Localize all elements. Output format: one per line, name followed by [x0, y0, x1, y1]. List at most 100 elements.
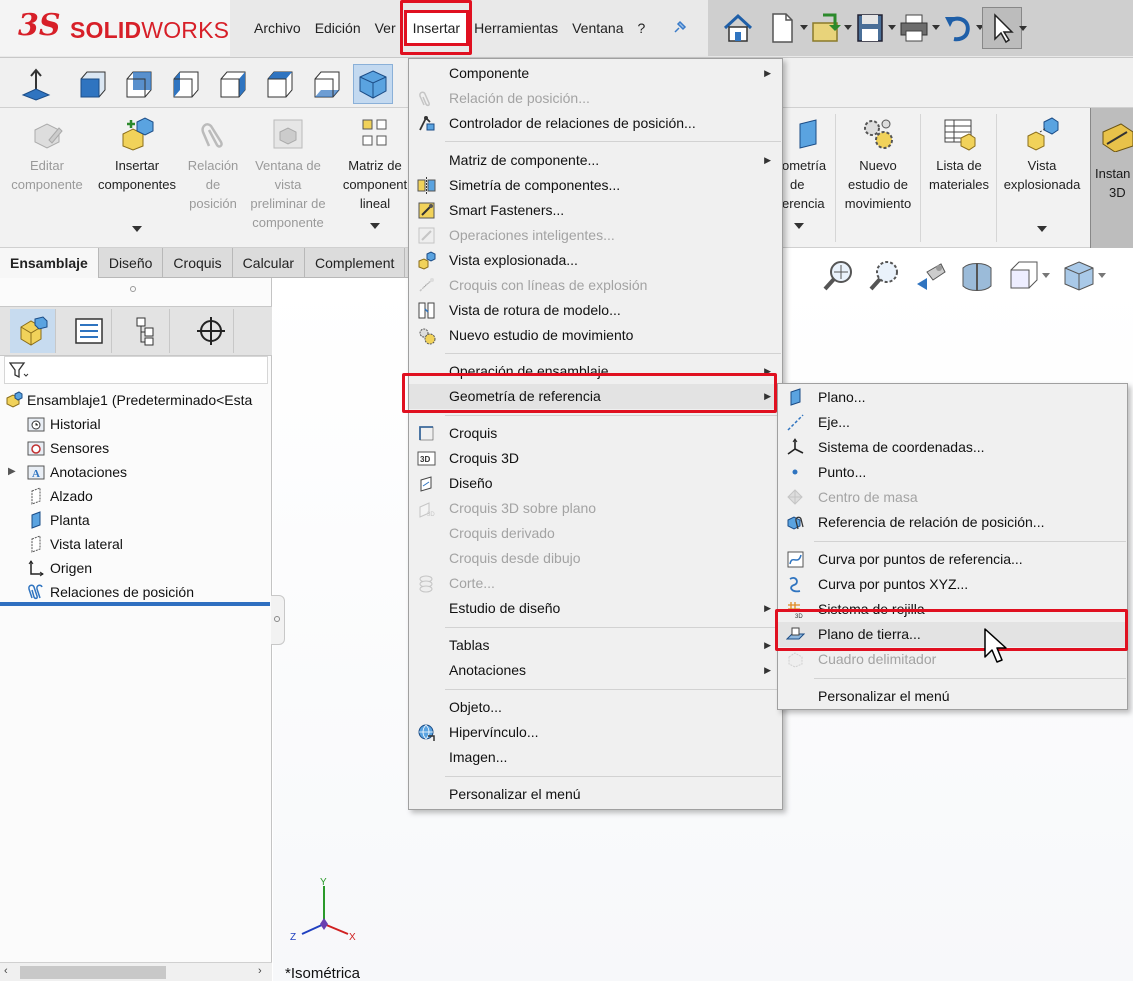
menu-archivo[interactable]: Archivo [248, 13, 307, 43]
chevron-down-icon[interactable] [1019, 26, 1027, 31]
menu-item-croquis-derivado[interactable]: Croquis derivado [409, 521, 782, 546]
isometric-view-icon[interactable] [353, 64, 393, 104]
zoom-to-fit-icon[interactable] [818, 256, 860, 296]
menu-item-nuevo-estudio-movimiento[interactable]: Nuevo estudio de movimiento [409, 323, 782, 348]
menu-item-croquis-3d[interactable]: 3D Croquis 3D [409, 446, 782, 471]
back-view-icon[interactable] [118, 64, 158, 104]
submenu-item-personalizar-menu[interactable]: Personalizar el menú [778, 684, 1127, 709]
submenu-item-curva-puntos-referencia[interactable]: Curva por puntos de referencia... [778, 547, 1127, 572]
submenu-item-sistema-de-rejilla[interactable]: 3D Sistema de rejilla [778, 597, 1127, 622]
submenu-item-plano[interactable]: Plano... [778, 385, 1127, 410]
menu-item-corte[interactable]: Corte... [409, 571, 782, 596]
menu-ventana[interactable]: Ventana [566, 13, 629, 43]
new-document-icon[interactable] [762, 7, 808, 49]
menu-item-tablas[interactable]: Tablas ▶ [409, 633, 782, 658]
instant-3d-button[interactable]: Instan 3D [1090, 108, 1133, 248]
tree-item-historial[interactable]: Historial [0, 412, 272, 436]
home-icon[interactable] [718, 7, 758, 49]
menu-item-geometria-de-referencia[interactable]: Geometría de referencia ▶ [409, 384, 782, 409]
expand-arrow-icon[interactable]: ▶ [8, 460, 16, 484]
reference-geometry-button[interactable]: ometría de erencia [782, 116, 832, 229]
scroll-left-icon[interactable]: ‹ [4, 965, 8, 977]
menu-item-vista-de-rotura[interactable]: Vista de rotura de modelo... [409, 298, 782, 323]
dimxpert-tab-icon[interactable] [188, 309, 234, 353]
print-icon[interactable] [894, 7, 940, 49]
menu-item-operaciones-inteligentes[interactable]: Operaciones inteligentes... [409, 223, 782, 248]
edit-component-button[interactable]: Editar componente [6, 116, 88, 194]
menu-item-estudio-de-diseno[interactable]: Estudio de diseño ▶ [409, 596, 782, 621]
menu-item-matriz-de-componente[interactable]: Matriz de componente... ▶ [409, 148, 782, 173]
tree-item-alzado[interactable]: Alzado [0, 484, 272, 508]
tree-item-anotaciones[interactable]: ▶ A Anotaciones [0, 460, 272, 484]
panel-grip[interactable] [130, 286, 136, 292]
tab-diseno[interactable]: Diseño [99, 248, 164, 278]
menu-item-croquis[interactable]: Croquis [409, 421, 782, 446]
tab-ensamblaje[interactable]: Ensamblaje [0, 248, 99, 278]
bill-of-materials-button[interactable]: Lista de materiales [924, 116, 994, 194]
menu-item-hipervinculo[interactable]: Hipervínculo... [409, 720, 782, 745]
tree-item-relaciones-de-posicion[interactable]: Relaciones de posición [0, 580, 272, 604]
submenu-item-centro-de-masa[interactable]: Centro de masa [778, 485, 1127, 510]
top-view-icon[interactable] [259, 64, 299, 104]
chevron-down-icon[interactable] [370, 223, 380, 229]
undo-icon[interactable] [938, 7, 984, 49]
previous-view-icon[interactable] [910, 256, 952, 296]
submenu-item-eje[interactable]: Eje... [778, 410, 1127, 435]
menu-ver[interactable]: Ver [369, 13, 405, 43]
menu-item-objeto[interactable]: Objeto... [409, 695, 782, 720]
tree-item-origen[interactable]: Origen [0, 556, 272, 580]
chevron-down-icon[interactable] [1098, 273, 1106, 278]
exploded-view-button[interactable]: Vista explosionada [998, 116, 1086, 232]
menu-item-vista-explosionada[interactable]: Vista explosionada... [409, 248, 782, 273]
menu-item-imagen[interactable]: Imagen... [409, 745, 782, 770]
menu-item-simetria-de-componentes[interactable]: Simetría de componentes... [409, 173, 782, 198]
menu-insertar[interactable]: Insertar [403, 10, 470, 46]
menu-item-croquis-lineas-explosion[interactable]: Croquis con líneas de explosión [409, 273, 782, 298]
tree-filter[interactable] [4, 356, 268, 384]
menu-item-controlador-relaciones[interactable]: Controlador de relaciones de posición... [409, 111, 782, 136]
menu-item-personalizar-menu[interactable]: Personalizar el menú [409, 782, 782, 807]
tab-calcular[interactable]: Calcular [233, 248, 306, 278]
menu-item-croquis-3d-sobre-plano[interactable]: 3D Croquis 3D sobre plano [409, 496, 782, 521]
scrollbar-thumb[interactable] [20, 966, 166, 979]
submenu-item-plano-de-tierra[interactable]: Plano de tierra... [778, 622, 1127, 647]
submenu-item-sistema-de-coordenadas[interactable]: Sistema de coordenadas... [778, 435, 1127, 460]
select-pointer-icon[interactable] [982, 7, 1027, 49]
linear-component-pattern-button[interactable]: Matriz de component lineal [336, 116, 414, 229]
tree-item-planta[interactable]: Planta [0, 508, 272, 532]
section-view-icon[interactable] [956, 256, 998, 296]
tree-item-sensores[interactable]: Sensores [0, 436, 272, 460]
bottom-view-icon[interactable] [306, 64, 346, 104]
display-style-icon[interactable] [1058, 256, 1106, 296]
zoom-to-area-icon[interactable] [864, 256, 906, 296]
menu-item-anotaciones[interactable]: Anotaciones ▶ [409, 658, 782, 683]
property-manager-tab-icon[interactable] [66, 309, 112, 353]
submenu-item-curva-puntos-xyz[interactable]: Curva por puntos XYZ... [778, 572, 1127, 597]
insert-components-button[interactable]: Insertar componentes [94, 116, 180, 232]
panel-splitter[interactable] [271, 595, 285, 645]
tab-croquis[interactable]: Croquis [163, 248, 233, 278]
chevron-down-icon[interactable] [794, 223, 804, 229]
solidworks-logo[interactable]: 3S SOLIDWORKS [0, 0, 230, 56]
right-view-icon[interactable] [212, 64, 252, 104]
menu-item-diseno[interactable]: Diseño [409, 471, 782, 496]
menu-item-croquis-desde-dibujo[interactable]: Croquis desde dibujo [409, 546, 782, 571]
new-motion-study-button[interactable]: Nuevo estudio de movimiento [838, 116, 918, 213]
mate-button[interactable]: Relación de posición [184, 116, 242, 213]
tree-root-assembly[interactable]: Ensamblaje1 (Predeterminado<Esta [0, 388, 272, 412]
horizontal-scrollbar[interactable]: ‹ › [0, 962, 272, 981]
save-icon[interactable] [850, 7, 896, 49]
left-view-icon[interactable] [165, 64, 205, 104]
submenu-item-cuadro-delimitador[interactable]: Cuadro delimitador [778, 647, 1127, 672]
submenu-item-referencia-relacion-posicion[interactable]: Referencia de relación de posición... [778, 510, 1127, 535]
tree-item-vista-lateral[interactable]: Vista lateral [0, 532, 272, 556]
normal-to-icon[interactable] [16, 64, 56, 104]
component-preview-button[interactable]: Ventana de vista preliminar de componente [246, 116, 330, 232]
menu-item-smart-fasteners[interactable]: Smart Fasteners... [409, 198, 782, 223]
configuration-manager-tab-icon[interactable] [124, 309, 170, 353]
menu-item-operacion-de-ensamblaje[interactable]: Operación de ensamblaje ▶ [409, 359, 782, 384]
feature-tree-tab-icon[interactable] [10, 309, 56, 353]
view-orientation-icon[interactable] [1002, 256, 1050, 296]
submenu-item-punto[interactable]: Punto... [778, 460, 1127, 485]
front-view-icon[interactable] [72, 64, 112, 104]
